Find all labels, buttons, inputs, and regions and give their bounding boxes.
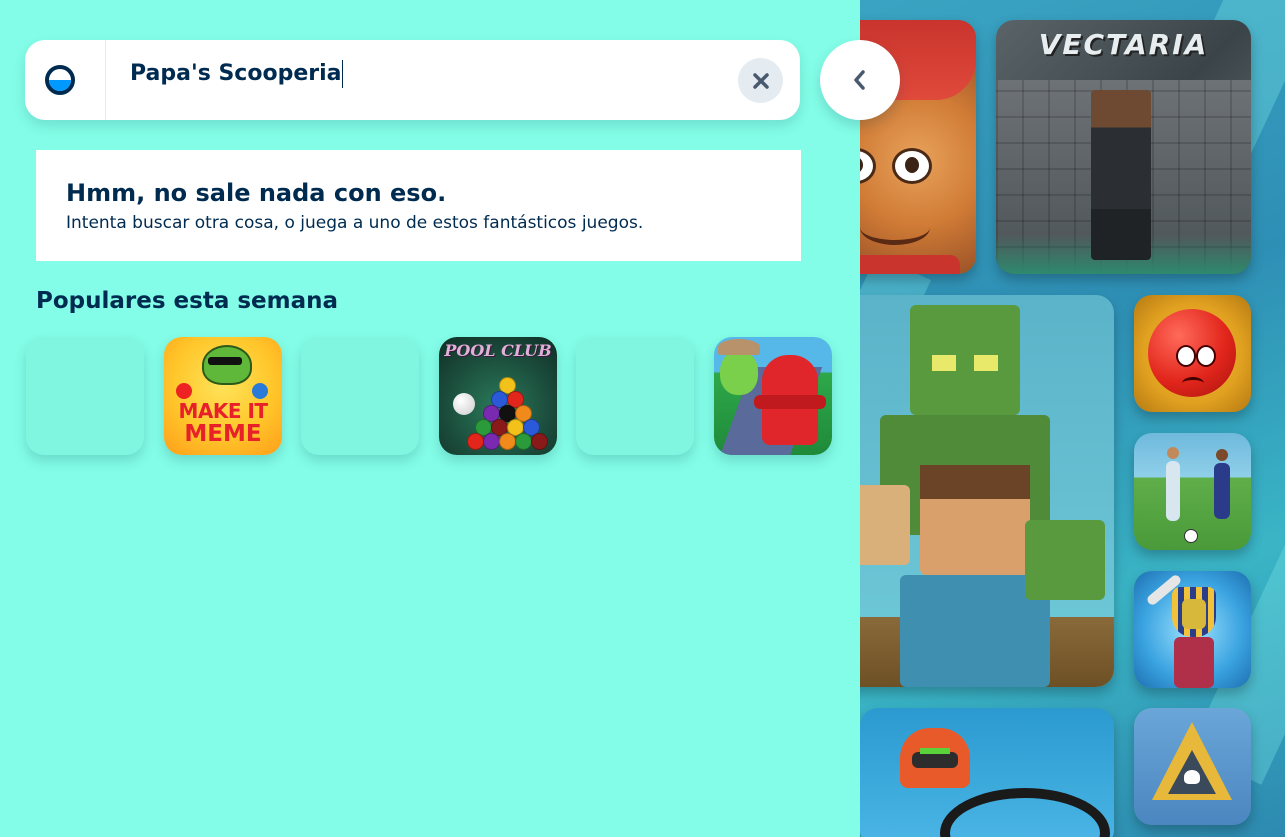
popular-game-placeholder[interactable] bbox=[576, 337, 694, 455]
warning-sign-thumbnail[interactable] bbox=[1134, 708, 1251, 825]
search-query-text: Papa's Scooperia bbox=[130, 61, 342, 86]
popular-section-title: Populares esta semana bbox=[36, 288, 339, 314]
red-ball-thumbnail[interactable] bbox=[1134, 295, 1251, 412]
chevron-left-icon bbox=[854, 70, 865, 90]
make-it-meme-thumbnail[interactable]: MAKE IT MEME bbox=[164, 337, 282, 455]
close-icon bbox=[752, 72, 769, 89]
fire-hydrant-icon bbox=[754, 355, 826, 445]
downvote-icon bbox=[252, 383, 268, 399]
cue-ball-icon bbox=[453, 393, 475, 415]
meme-text-line2: MEME bbox=[184, 421, 262, 447]
hydrant-runner-thumbnail[interactable] bbox=[714, 337, 832, 455]
search-bar: Papa's Scooperia bbox=[25, 40, 800, 120]
frog-icon bbox=[202, 345, 252, 385]
site-logo[interactable] bbox=[25, 40, 106, 120]
no-results-message: Hmm, no sale nada con eso. Intenta busca… bbox=[36, 150, 801, 261]
background-game-grid: VECTARIA bbox=[860, 0, 1285, 837]
no-results-title: Hmm, no sale nada con eso. bbox=[66, 179, 447, 207]
upvote-icon bbox=[176, 383, 192, 399]
back-button[interactable] bbox=[820, 40, 900, 120]
poki-logo-icon bbox=[45, 65, 75, 95]
zombie-blocks-thumbnail[interactable] bbox=[860, 295, 1114, 687]
popular-game-placeholder[interactable] bbox=[26, 337, 144, 455]
moto-thumbnail[interactable] bbox=[860, 708, 1114, 837]
search-panel: Papa's Scooperia Hmm, no sale nada con e… bbox=[0, 0, 860, 837]
text-caret bbox=[342, 60, 344, 88]
vectaria-title: VECTARIA bbox=[1038, 28, 1209, 61]
no-results-text: Intenta buscar otra cosa, o juega a uno … bbox=[66, 213, 644, 233]
search-input[interactable]: Papa's Scooperia bbox=[130, 60, 730, 100]
pig-character-icon bbox=[720, 351, 758, 395]
pharaoh-thumbnail[interactable] bbox=[1134, 571, 1251, 688]
vectaria-thumbnail[interactable]: VECTARIA bbox=[996, 20, 1251, 274]
pool-club-thumbnail[interactable]: POOL CLUB bbox=[439, 337, 557, 455]
pool-club-logo: POOL CLUB bbox=[444, 341, 552, 360]
popular-games-row: MAKE IT MEME POOL CLUB bbox=[26, 337, 846, 457]
clear-search-button[interactable] bbox=[738, 58, 783, 103]
popular-game-placeholder[interactable] bbox=[301, 337, 419, 455]
meme-text-line1: MAKE IT bbox=[178, 399, 268, 423]
soccer-thumbnail[interactable] bbox=[1134, 433, 1251, 550]
